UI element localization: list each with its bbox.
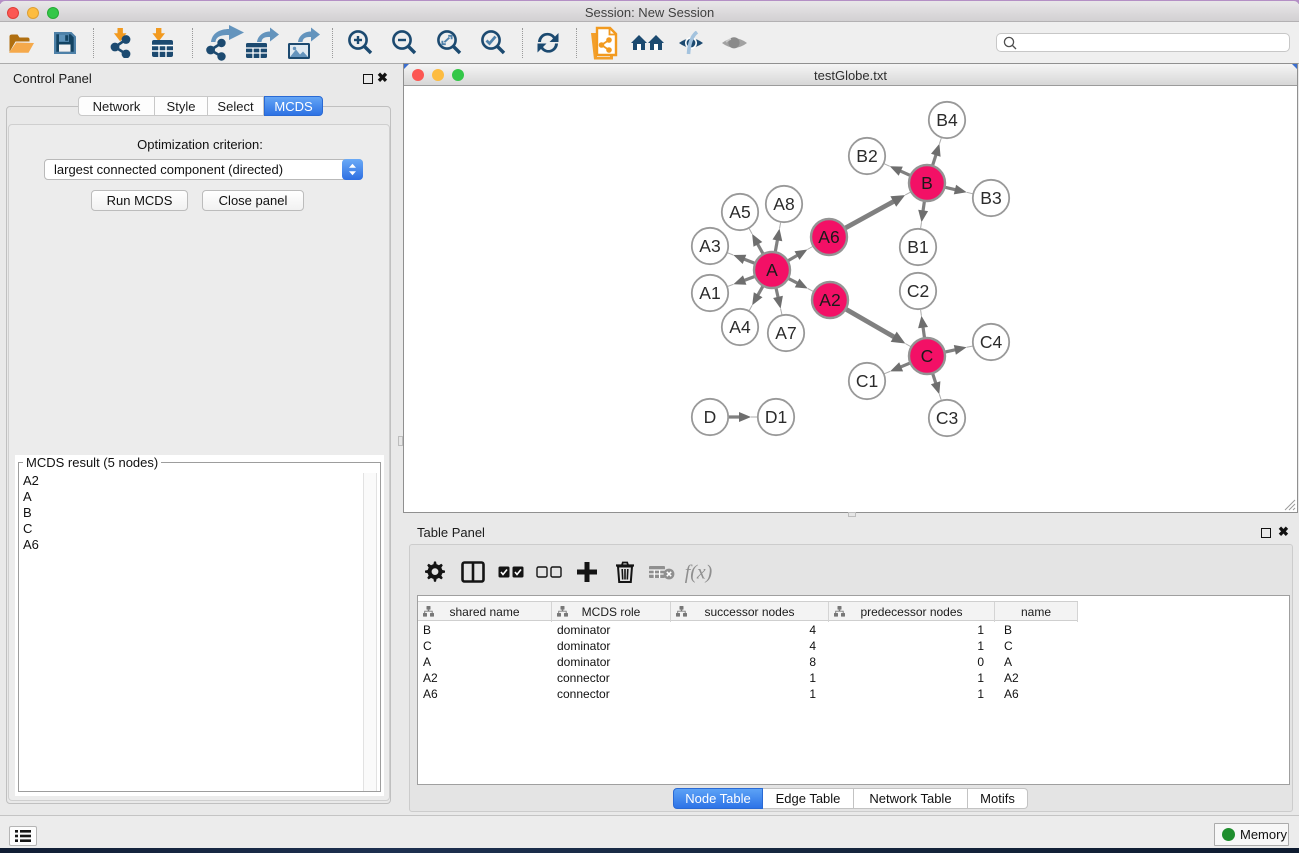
- svg-text:C2: C2: [907, 281, 929, 301]
- svg-text:C3: C3: [936, 408, 958, 428]
- svg-text:C: C: [921, 346, 934, 366]
- svg-text:C1: C1: [856, 371, 878, 391]
- svg-text:B4: B4: [936, 110, 958, 130]
- svg-text:f(x): f(x): [685, 561, 712, 583]
- svg-text:B1: B1: [907, 237, 928, 257]
- svg-text:D: D: [704, 407, 717, 427]
- svg-text:A2: A2: [819, 290, 840, 310]
- svg-text:A7: A7: [775, 323, 796, 343]
- svg-text:D1: D1: [765, 407, 787, 427]
- svg-text:A8: A8: [773, 194, 794, 214]
- svg-text:B2: B2: [856, 146, 877, 166]
- svg-text:A: A: [766, 260, 778, 280]
- svg-text:A1: A1: [699, 283, 720, 303]
- svg-text:B3: B3: [980, 188, 1001, 208]
- svg-text:A3: A3: [699, 236, 720, 256]
- svg-text:A5: A5: [729, 202, 750, 222]
- svg-text:A4: A4: [729, 317, 751, 337]
- svg-text:C4: C4: [980, 332, 1003, 352]
- svg-text:A6: A6: [818, 227, 839, 247]
- svg-text:B: B: [921, 173, 933, 193]
